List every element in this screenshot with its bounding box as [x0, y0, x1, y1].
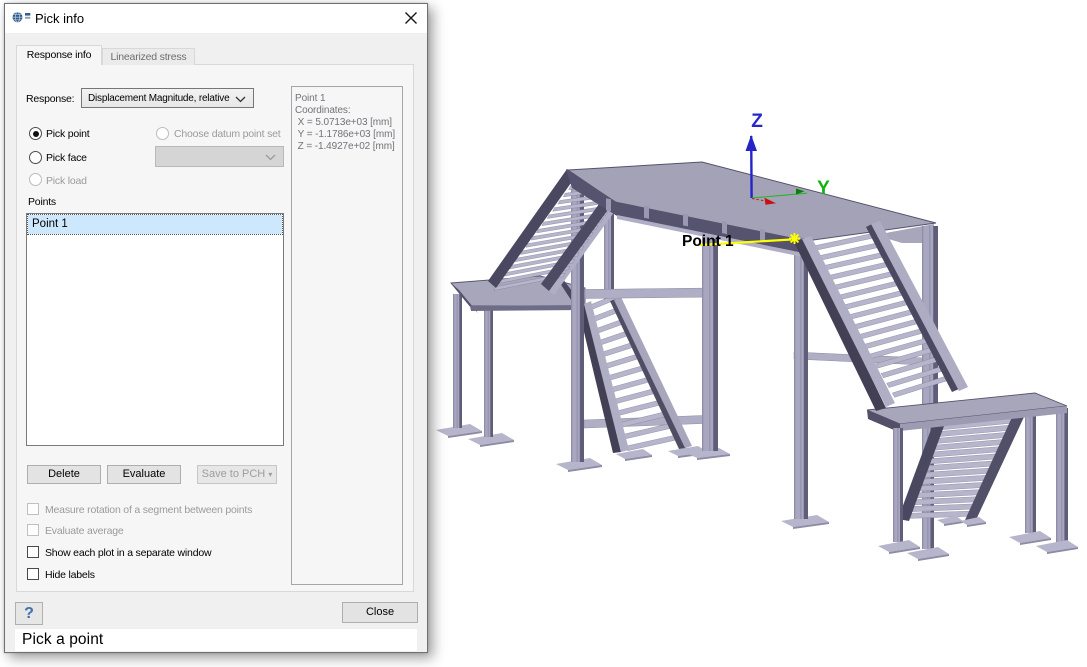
svg-text:Point 1: Point 1 [682, 233, 734, 250]
svg-text:Y: Y [817, 178, 830, 199]
svg-text:Z: Z [751, 111, 763, 132]
